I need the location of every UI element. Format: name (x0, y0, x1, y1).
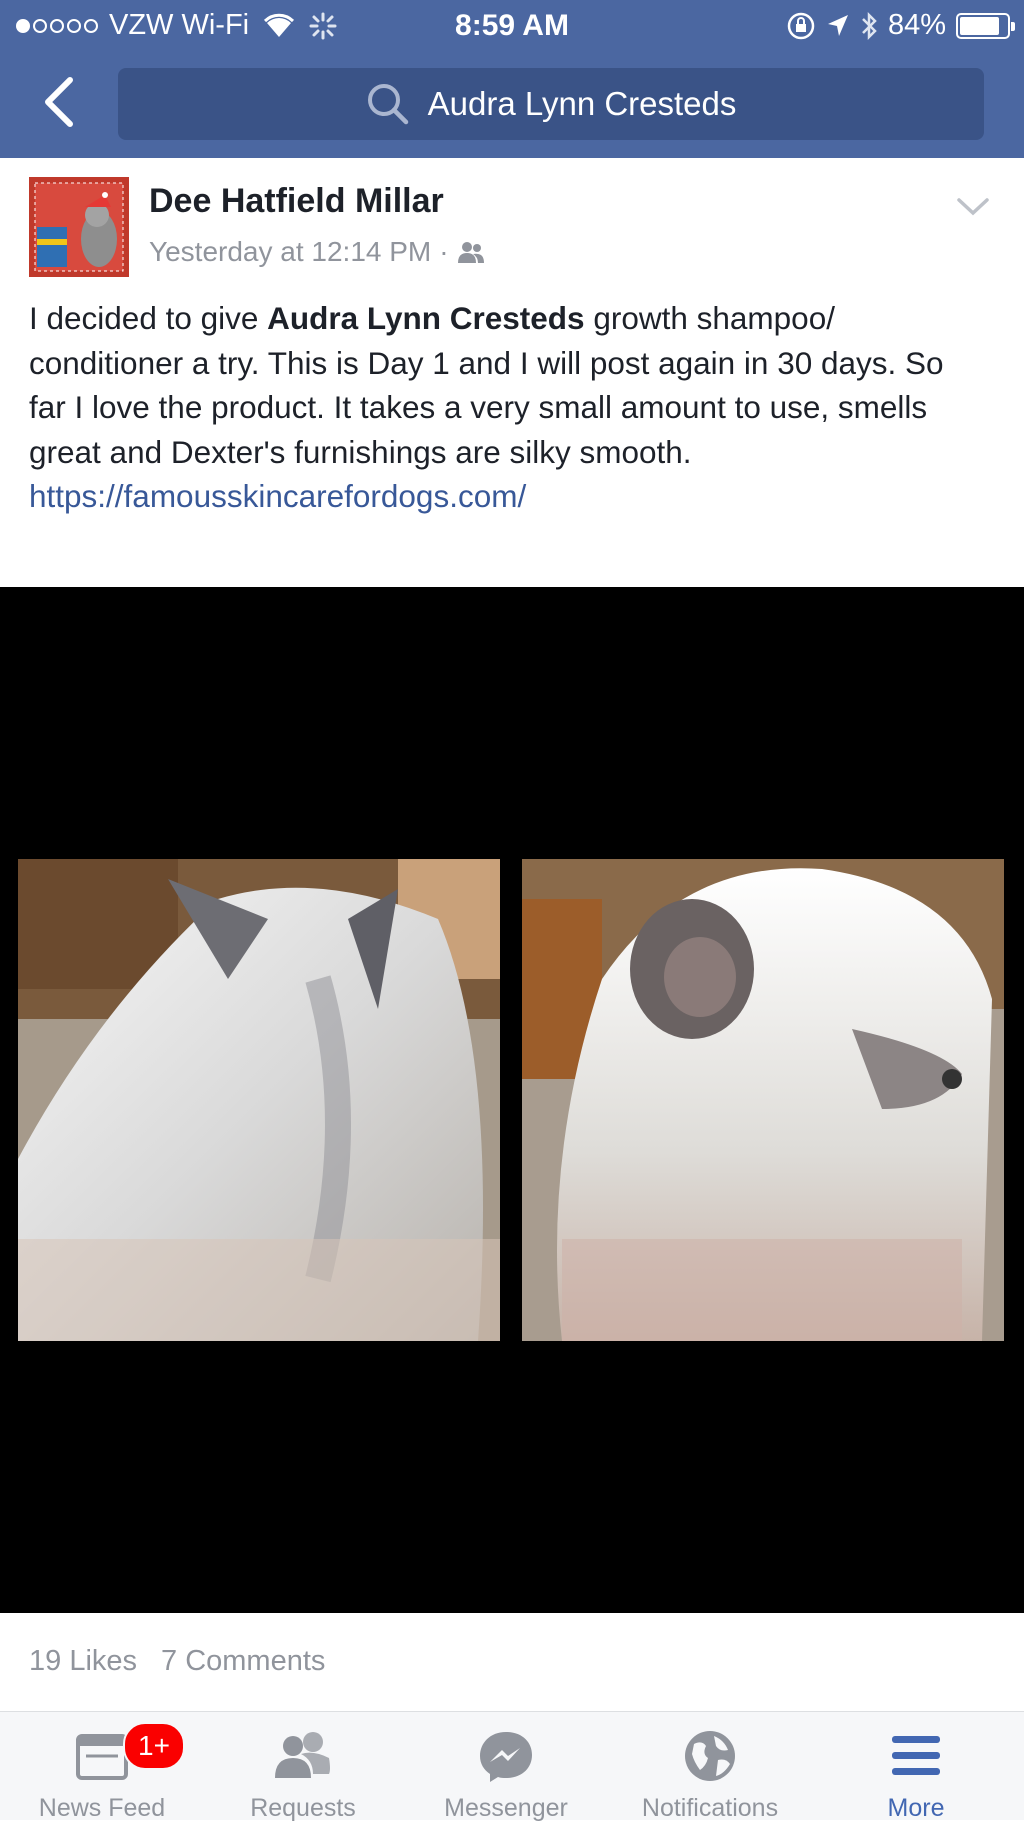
comments-count[interactable]: 7 Comments (161, 1645, 325, 1678)
tab-label: More (887, 1794, 945, 1822)
chevron-left-icon (45, 77, 73, 127)
friend-requests-icon (201, 1726, 405, 1786)
bluetooth-icon (862, 11, 877, 40)
status-right: 84% (776, 9, 1015, 42)
tab-label: Notifications (641, 1794, 779, 1822)
search-field[interactable]: Audra Lynn Cresteds (118, 68, 984, 140)
meta-separator: · (439, 236, 449, 267)
bottom-tab-bar: 1+ News Feed Requests Messenger Notifica… (0, 1712, 1024, 1822)
battery-fill (960, 16, 999, 35)
post-page-mention[interactable]: Audra Lynn Cresteds (267, 300, 584, 336)
post-link[interactable]: https://famousskincarefordogs.com/ (29, 474, 989, 519)
post-stats: 19 Likes 7 Comments (29, 1645, 349, 1678)
status-bar: VZW Wi-Fi 8:59 AM 84% (0, 0, 1024, 52)
dog-photo-left (18, 859, 500, 1341)
post-text-part1: I decided to give (29, 300, 268, 336)
tab-news-feed[interactable]: 1+ News Feed (0, 1712, 204, 1822)
news-feed-badge: 1+ (123, 1722, 185, 1770)
tab-requests[interactable]: Requests (201, 1712, 405, 1822)
rotation-lock-icon (787, 12, 815, 39)
search-icon (367, 84, 408, 125)
tab-more[interactable]: More (814, 1712, 1018, 1822)
tab-messenger[interactable]: Messenger (404, 1712, 608, 1822)
search-query: Audra Lynn Cresteds (427, 85, 737, 122)
post-meta: Yesterday at 12:14 PM · (149, 236, 485, 268)
avatar-image (29, 177, 129, 277)
post-author-name[interactable]: Dee Hatfield Millar (149, 182, 444, 221)
dog-photo-right (522, 859, 1004, 1341)
battery-icon (956, 12, 1015, 39)
post-timestamp[interactable]: Yesterday at 12:14 PM (149, 236, 431, 268)
location-arrow-icon (827, 14, 848, 36)
tab-label: News Feed (38, 1794, 166, 1822)
post-photo[interactable] (0, 587, 1024, 1613)
tab-label: Messenger (444, 1794, 568, 1822)
globe-icon (608, 1726, 812, 1786)
back-button[interactable] (40, 76, 80, 132)
post-body: I decided to give Audra Lynn Cresteds gr… (29, 296, 989, 519)
likes-count[interactable]: 19 Likes (29, 1645, 137, 1678)
tab-label: Requests (250, 1794, 356, 1822)
post-options-button[interactable] (956, 196, 990, 222)
author-avatar[interactable] (29, 177, 129, 277)
battery-percent: 84% (887, 9, 946, 41)
messenger-icon (404, 1726, 608, 1786)
chevron-down-icon (957, 198, 989, 216)
menu-icon (814, 1726, 1018, 1786)
friends-audience-icon[interactable] (457, 241, 485, 263)
top-bar: VZW Wi-Fi 8:59 AM 84% Audra Lynn Crested… (0, 0, 1024, 158)
tab-notifications[interactable]: Notifications (608, 1712, 812, 1822)
